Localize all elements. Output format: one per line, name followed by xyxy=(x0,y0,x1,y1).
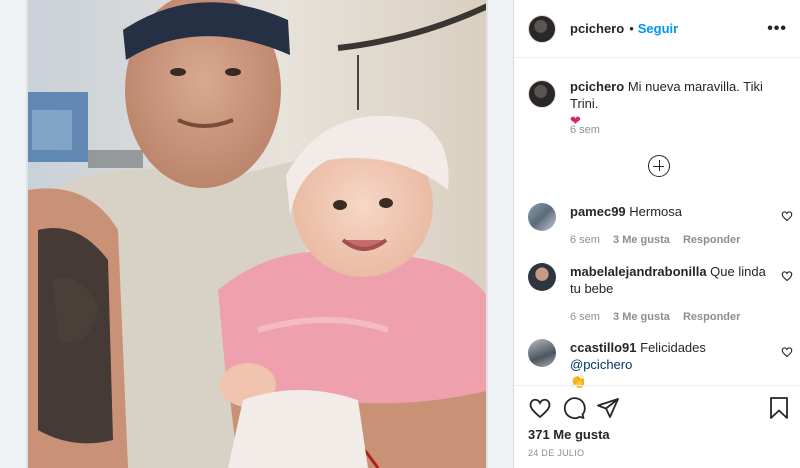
comment-text-block: mabelalejandrabonilla Que linda tu bebe xyxy=(570,263,769,297)
post-header: pcichero • Seguir ••• xyxy=(514,0,800,58)
post-actions-bar: 371 Me gusta 24 DE JULIO xyxy=(514,385,800,468)
comment-meta: 6 sem 3 Me gusta Responder xyxy=(570,234,793,246)
author-avatar[interactable] xyxy=(528,14,556,43)
comment-item: mabelalejandrabonilla Que linda tu bebe … xyxy=(528,263,793,323)
like-heart-icon[interactable] xyxy=(528,396,552,420)
caption-timestamp: 6 sem xyxy=(570,124,600,136)
comment-text: Felicidades xyxy=(640,340,706,355)
comment-time: 6 sem xyxy=(570,311,600,323)
post-side-panel: pcichero • Seguir ••• pcichero Mi nueva … xyxy=(513,0,800,468)
caption-author-avatar[interactable] xyxy=(528,80,556,108)
save-bookmark-icon[interactable] xyxy=(767,396,791,420)
post-caption: pcichero Mi nueva maravilla. Tiki Trini.… xyxy=(528,78,793,136)
comment-item: ccastillo91 Felicidades @pcichero 👏 xyxy=(528,339,793,390)
follow-button[interactable]: Seguir xyxy=(638,21,678,36)
mention-link[interactable]: @pcichero xyxy=(570,357,632,372)
post-date: 24 DE JULIO xyxy=(528,448,585,458)
caption-text-block: pcichero Mi nueva maravilla. Tiki Trini.… xyxy=(570,78,793,129)
comment-username[interactable]: pamec99 xyxy=(570,204,626,219)
comment-like-heart-icon[interactable] xyxy=(781,270,793,282)
comment-text: Hermosa xyxy=(629,204,683,219)
comment-likes-count[interactable]: 3 Me gusta xyxy=(613,311,670,323)
comment-item: pamec99 Hermosa 6 sem 3 Me gusta Respond… xyxy=(528,203,793,246)
commenter-avatar[interactable] xyxy=(528,339,556,367)
caption-author[interactable]: pcichero xyxy=(570,79,624,94)
comment-time: 6 sem xyxy=(570,234,600,246)
reply-button[interactable]: Responder xyxy=(683,311,740,323)
comment-likes-count[interactable]: 3 Me gusta xyxy=(613,234,670,246)
commenter-avatar[interactable] xyxy=(528,263,556,291)
comment-like-heart-icon[interactable] xyxy=(781,210,793,222)
comment-meta: 6 sem 3 Me gusta Responder xyxy=(570,311,793,323)
comment-like-heart-icon[interactable] xyxy=(781,346,793,358)
post-media-pane xyxy=(0,0,513,468)
comment-text-block: pamec99 Hermosa xyxy=(570,203,769,220)
header-separator: • xyxy=(629,21,634,36)
load-more-comments-plus-circle-icon[interactable] xyxy=(648,155,670,177)
author-username[interactable]: pcichero xyxy=(570,21,624,36)
share-paper-plane-icon[interactable] xyxy=(596,396,620,420)
more-options-ellipsis-icon[interactable]: ••• xyxy=(767,20,787,38)
comment-username[interactable]: ccastillo91 xyxy=(570,340,637,355)
likes-count[interactable]: 371 Me gusta xyxy=(528,427,610,442)
comment-username[interactable]: mabelalejandrabonilla xyxy=(570,264,707,279)
comment-bubble-icon[interactable] xyxy=(562,396,586,420)
commenter-avatar[interactable] xyxy=(528,203,556,231)
reply-button[interactable]: Responder xyxy=(683,234,740,246)
comment-text-block: ccastillo91 Felicidades @pcichero 👏 xyxy=(570,339,769,390)
post-photo[interactable] xyxy=(28,0,488,468)
post-photo-frame xyxy=(26,0,488,468)
